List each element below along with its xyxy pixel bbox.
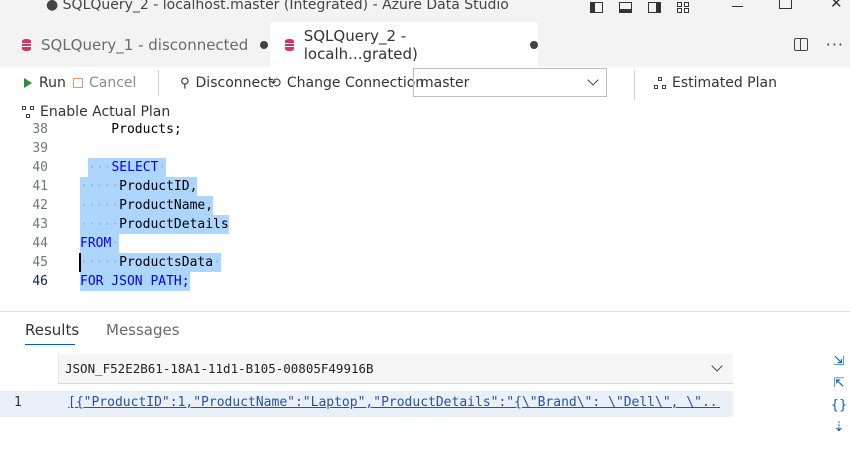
json-result-link[interactable]: [{"ProductID":1,"ProductName":"Laptop","… xyxy=(68,395,720,410)
database-select[interactable]: master xyxy=(413,68,607,97)
panel-divider xyxy=(0,311,850,312)
tab-label: SQLQuery_1 - disconnected xyxy=(41,35,249,54)
split-editor-icon[interactable] xyxy=(793,38,808,51)
change-connection-icon: ⟲ xyxy=(270,75,281,91)
tab-results[interactable]: Results xyxy=(25,321,79,339)
more-icon[interactable]: ··· xyxy=(826,35,844,54)
code-line: 41 ·····ProductID, xyxy=(32,177,198,196)
change-connection-button[interactable]: ⟲ Change Connection xyxy=(270,73,424,93)
database-icon xyxy=(22,38,31,51)
window-controls: ✕ xyxy=(732,0,843,14)
tab-actions: ··· xyxy=(793,22,850,67)
customize-layout-icon[interactable] xyxy=(677,1,690,13)
cancel-button[interactable]: Cancel xyxy=(73,73,136,93)
toolbar-separator xyxy=(634,70,635,100)
code-line: 42 ·····ProductName, xyxy=(32,196,214,215)
code-line: 43 ·····ProductDetails xyxy=(32,215,229,234)
enable-actual-plan-button[interactable]: Enable Actual Plan xyxy=(22,102,170,122)
text-cursor xyxy=(79,253,81,272)
maximize-icon[interactable] xyxy=(779,0,792,9)
disconnect-button[interactable]: ⚲ Disconnect xyxy=(180,73,273,93)
window-title: ● SQLQuery_2 - localhost.master (Integra… xyxy=(46,0,509,13)
toggle-secondary-sidebar-icon[interactable] xyxy=(648,1,661,13)
save-xml-icon[interactable]: ⇣ xyxy=(828,420,850,442)
save-json-icon[interactable]: {} xyxy=(828,398,850,420)
cancel-icon xyxy=(73,78,83,88)
save-csv-icon[interactable]: ⇲ xyxy=(828,354,850,376)
code-line: 39 xyxy=(32,141,48,156)
tab-messages[interactable]: Messages xyxy=(106,321,180,339)
active-tab-indicator xyxy=(25,344,75,345)
unsaved-dot-icon[interactable] xyxy=(530,40,538,49)
actual-plan-icon xyxy=(22,106,34,118)
estimated-plan-button[interactable]: Estimated Plan xyxy=(654,73,777,93)
disconnect-icon: ⚲ xyxy=(180,75,190,91)
chevron-down-icon xyxy=(587,74,599,86)
tab-label: SQLQuery_2 - localh...grated) xyxy=(303,26,418,63)
code-editor[interactable]: 38 Products; 39 40 ···SELECT· 41 ·····Pr… xyxy=(0,123,850,311)
minimize-icon[interactable] xyxy=(732,5,743,7)
code-line: 38 Products; xyxy=(32,123,182,137)
database-icon xyxy=(285,38,294,51)
row-number: 1 xyxy=(14,395,22,410)
table-row[interactable]: 1 [{"ProductID":1,"ProductName":"Laptop"… xyxy=(0,391,733,417)
editor-tab-bar: SQLQuery_1 - disconnected SQLQuery_2 - l… xyxy=(0,22,850,68)
tab-sqlquery-1[interactable]: SQLQuery_1 - disconnected xyxy=(0,22,270,67)
results-actions: ⇲ ⇱ {} ⇣ xyxy=(828,354,850,442)
close-icon[interactable]: ✕ xyxy=(830,0,843,12)
save-excel-icon[interactable]: ⇱ xyxy=(828,376,850,398)
layout-controls xyxy=(590,0,706,14)
unsaved-dot-icon[interactable] xyxy=(260,40,269,49)
run-button[interactable]: Run xyxy=(24,73,66,93)
run-icon xyxy=(24,78,32,88)
title-bar: ● SQLQuery_2 - localhost.master (Integra… xyxy=(0,0,850,22)
code-line: 40 ···SELECT· xyxy=(32,158,167,177)
chevron-down-icon[interactable] xyxy=(711,360,723,372)
estimated-plan-icon xyxy=(654,77,666,89)
query-toolbar: Run Cancel ⚲ Disconnect ⟲ Change Connect… xyxy=(0,67,850,129)
code-line: 46 FOR JSON PATH; xyxy=(32,272,190,291)
toggle-sidebar-icon[interactable] xyxy=(590,1,603,13)
tab-sqlquery-2[interactable]: SQLQuery_2 - localh...grated) xyxy=(270,22,538,67)
code-line: 44 FROM· xyxy=(32,234,120,253)
code-line: 45 ·····ProductsData· xyxy=(32,253,221,272)
toggle-panel-icon[interactable] xyxy=(619,1,632,13)
toolbar-separator xyxy=(158,70,159,96)
column-header[interactable]: JSON_F52E2B61-18A1-11d1-B105-00805F49916… xyxy=(58,354,733,384)
